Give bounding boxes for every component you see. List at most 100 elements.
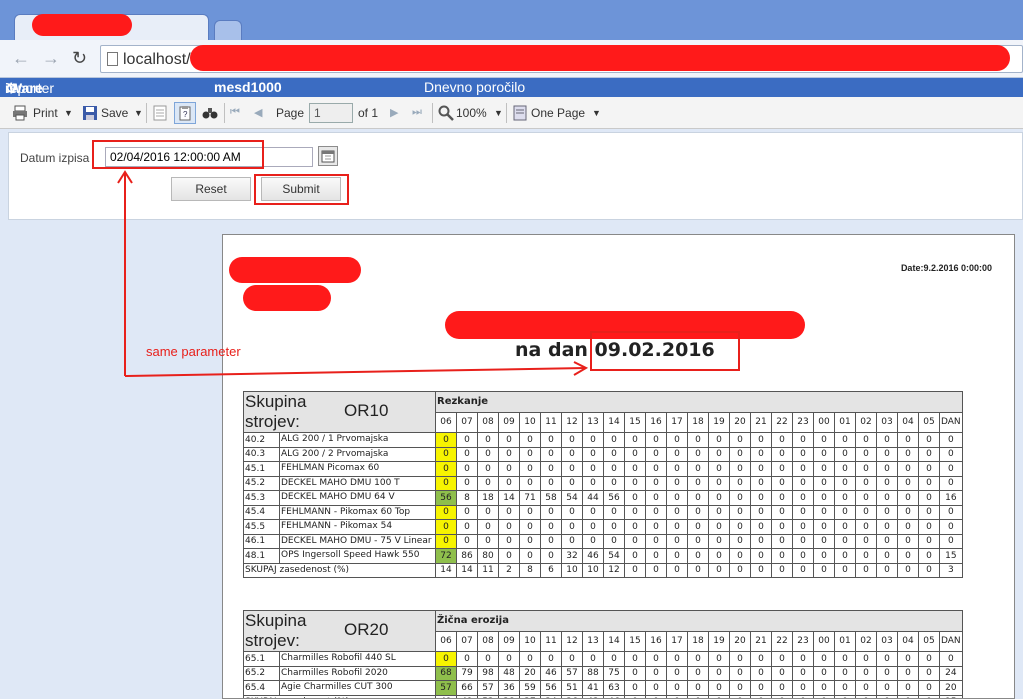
svg-text:?: ? bbox=[183, 110, 188, 119]
hour-header: 12 bbox=[561, 411, 583, 433]
highlight-box bbox=[254, 174, 349, 205]
value-cell: 0 bbox=[498, 446, 520, 462]
hour-header: 00 bbox=[813, 630, 835, 652]
clipboard-icon: ? bbox=[179, 106, 191, 121]
page-number-input[interactable] bbox=[309, 103, 353, 123]
total-value-cell: 0 bbox=[897, 694, 919, 698]
value-cell: 0 bbox=[498, 519, 520, 535]
first-page-icon[interactable]: ⏮ bbox=[230, 106, 240, 119]
value-cell: 0 bbox=[939, 504, 963, 520]
machine-row: 45.1 FEHLMAN Picomax 60 0 0 0 0 0 0 0 0 0 0 0 0 0 0 0 0 0 0… bbox=[243, 461, 963, 477]
value-cell: 0 bbox=[813, 461, 835, 477]
forward-icon[interactable]: → bbox=[42, 49, 60, 67]
group-label-cell: Skupina strojev: OR20 bbox=[243, 610, 436, 652]
print-button[interactable]: Print bbox=[33, 106, 58, 120]
value-cell: 0 bbox=[729, 446, 751, 462]
value-cell: 0 bbox=[624, 651, 646, 667]
highlight-box bbox=[92, 140, 264, 169]
find-icon[interactable] bbox=[202, 105, 218, 121]
total-label: SKUPAJ zasedenost (%) bbox=[243, 562, 436, 578]
save-icon[interactable] bbox=[82, 105, 98, 121]
machine-name: DECKEL MAHO DMU - 75 V Linear bbox=[279, 533, 436, 549]
value-cell: 0 bbox=[897, 490, 919, 506]
value-cell: 41 bbox=[582, 680, 604, 696]
chevron-down-icon[interactable]: ▼ bbox=[494, 108, 503, 118]
hour-header: 03 bbox=[876, 411, 898, 433]
page-view-icon[interactable] bbox=[512, 105, 528, 121]
value-cell: 0 bbox=[666, 461, 688, 477]
value-cell: 86 bbox=[456, 548, 478, 564]
value-cell: 0 bbox=[792, 446, 814, 462]
calendar-icon bbox=[321, 150, 335, 163]
hour-header: 03 bbox=[876, 630, 898, 652]
value-cell: 0 bbox=[834, 533, 856, 549]
value-cell: 0 bbox=[918, 504, 940, 520]
hour-header: 19 bbox=[708, 630, 730, 652]
value-cell: 0 bbox=[876, 548, 898, 564]
value-cell: 0 bbox=[624, 475, 646, 491]
total-value-cell: 10 bbox=[561, 562, 583, 578]
value-cell: 0 bbox=[813, 490, 835, 506]
last-page-icon[interactable]: ⏭ bbox=[412, 106, 422, 119]
next-page-icon[interactable]: ▶ bbox=[390, 106, 398, 119]
value-cell: 0 bbox=[939, 432, 963, 448]
value-cell: 0 bbox=[645, 533, 667, 549]
zoom-icon[interactable] bbox=[438, 105, 454, 121]
printer-icon[interactable] bbox=[12, 105, 28, 121]
value-cell: 0 bbox=[687, 490, 709, 506]
machine-id: 65.4 bbox=[243, 680, 280, 696]
chevron-down-icon[interactable]: ▼ bbox=[134, 108, 143, 118]
new-tab-button[interactable] bbox=[214, 20, 242, 40]
chevron-down-icon[interactable]: ▼ bbox=[64, 108, 73, 118]
total-value-cell: 0 bbox=[645, 694, 667, 698]
reload-icon[interactable]: ↻ bbox=[72, 49, 87, 67]
browser-tab-bar bbox=[0, 0, 1023, 40]
total-value-cell: 15 bbox=[939, 694, 963, 698]
value-cell: 0 bbox=[708, 680, 730, 696]
value-cell: 0 bbox=[666, 651, 688, 667]
value-cell: 0 bbox=[813, 519, 835, 535]
browser-address-bar: ← → ↻ localhost/ bbox=[0, 40, 1023, 78]
chevron-down-icon[interactable]: ▼ bbox=[592, 108, 601, 118]
value-cell: 0 bbox=[645, 504, 667, 520]
document-map-icon[interactable] bbox=[152, 105, 168, 121]
value-cell: 0 bbox=[540, 446, 562, 462]
value-cell: 56 bbox=[540, 680, 562, 696]
value-cell: 0 bbox=[813, 680, 835, 696]
total-value-cell: 0 bbox=[792, 562, 814, 578]
value-cell: 0 bbox=[582, 461, 604, 477]
zoom-select[interactable]: 100% bbox=[456, 106, 487, 120]
back-icon[interactable]: ← bbox=[12, 49, 30, 67]
value-cell: 0 bbox=[624, 446, 646, 462]
reset-button[interactable]: Reset bbox=[171, 177, 251, 201]
value-cell: 0 bbox=[708, 519, 730, 535]
value-cell: 0 bbox=[645, 519, 667, 535]
save-button[interactable]: Save bbox=[101, 106, 128, 120]
value-cell: 0 bbox=[603, 461, 625, 477]
value-cell: 0 bbox=[435, 651, 457, 667]
hour-header: 11 bbox=[540, 411, 562, 433]
machine-row: 65.1 Charmilles Robofil 440 SL 0 0 0 0 0 0 0 0 0 0 0… bbox=[243, 651, 963, 667]
value-cell: 0 bbox=[897, 651, 919, 667]
value-cell: 0 bbox=[645, 475, 667, 491]
value-cell: 0 bbox=[834, 651, 856, 667]
value-cell: 0 bbox=[519, 475, 541, 491]
value-cell: 0 bbox=[708, 665, 730, 681]
view-mode-select[interactable]: One Page bbox=[531, 106, 585, 120]
hour-header: 08 bbox=[477, 411, 499, 433]
value-cell: 36 bbox=[498, 680, 520, 696]
value-cell: 0 bbox=[561, 432, 583, 448]
value-cell: 0 bbox=[918, 461, 940, 477]
value-cell: 0 bbox=[540, 504, 562, 520]
value-cell: 0 bbox=[456, 475, 478, 491]
parameters-toggle[interactable]: ? bbox=[174, 102, 196, 124]
calendar-button[interactable] bbox=[318, 146, 338, 166]
report-page: Date:9.2.2016 0:00:00 na dan 09.02.2016 … bbox=[222, 234, 1015, 699]
value-cell: 0 bbox=[876, 665, 898, 681]
value-cell: 0 bbox=[729, 475, 751, 491]
value-cell: 0 bbox=[897, 461, 919, 477]
value-cell: 63 bbox=[603, 680, 625, 696]
previous-page-icon[interactable]: ◀ bbox=[254, 106, 262, 119]
value-cell: 0 bbox=[855, 651, 877, 667]
value-cell: 0 bbox=[876, 490, 898, 506]
